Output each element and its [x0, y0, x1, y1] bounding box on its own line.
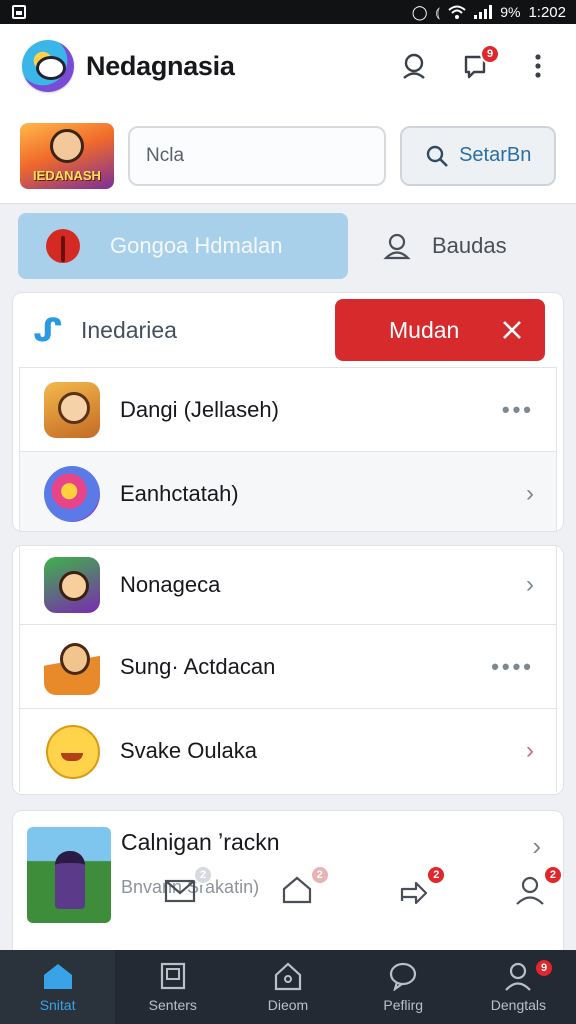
list-item[interactable]: Svake Oulaka ›	[19, 708, 557, 792]
search-button[interactable]: SetarBn	[400, 125, 556, 186]
status-icons: ◯ ⦅ 9% 1:202	[412, 4, 566, 21]
featured-game-image	[27, 827, 111, 923]
device-icon	[160, 962, 185, 990]
more-vertical-icon	[535, 54, 541, 78]
nav-label: Peflirg	[383, 997, 424, 1013]
badge: 2	[309, 865, 330, 885]
more-horizontal-icon[interactable]: ••••	[491, 654, 534, 680]
search-button-label: SetarBn	[459, 144, 532, 166]
chat-icon	[390, 962, 417, 991]
search-input[interactable]: Ncla	[128, 125, 387, 186]
status-time: 1:202	[528, 3, 566, 21]
featured-title: Calnigan ʼrackn	[121, 829, 280, 855]
tab-bar: Gongoa Hdmalan Baudas	[18, 212, 558, 280]
alarm-icon: ◯	[411, 3, 428, 20]
badge: 2	[542, 865, 563, 885]
notifications-button[interactable]: 9	[460, 44, 500, 82]
nav-label: Senters	[148, 997, 197, 1013]
mail-action[interactable]: 2	[163, 865, 213, 913]
share-icon	[401, 881, 428, 905]
home-action[interactable]: 2	[280, 865, 330, 913]
game-icon	[44, 381, 100, 438]
nav-label: Snitat	[39, 997, 76, 1013]
character-face-icon	[50, 128, 84, 163]
list-item[interactable]: Eanhctatah) ›	[19, 451, 557, 531]
search-icon	[426, 145, 448, 167]
gallery-icon	[12, 5, 26, 19]
profile-action[interactable]: 2	[513, 865, 563, 913]
pin-icon	[46, 229, 80, 263]
game-icon	[44, 557, 100, 613]
nav-dieom[interactable]: Dieom	[230, 950, 345, 1024]
person-icon	[516, 876, 544, 905]
mudan-button[interactable]: Mudan	[335, 299, 545, 361]
list-item[interactable]: Nonageca ›	[19, 546, 557, 624]
nav-label: Dieom	[267, 997, 309, 1013]
game-icon	[44, 465, 100, 522]
person-search-icon	[403, 53, 425, 79]
brand-s-icon: ᔑ	[33, 312, 63, 348]
list-item-label: Svake Oulaka	[120, 737, 257, 763]
card-title: Inedariea	[81, 316, 177, 343]
featured-game-thumbnail[interactable]: IEDANASH	[20, 122, 114, 189]
mail-icon	[164, 879, 196, 903]
card-featured[interactable]: Calnigan ʼrackn Bnvann Srakatin) › 2 2 2…	[12, 810, 564, 960]
app-title: Nedagnasia	[86, 50, 235, 81]
card-inedariea: ᔑ Inedariea Mudan Dangi (Jellaseh) ••• E…	[12, 292, 564, 532]
list-item-label: Nonageca	[120, 572, 221, 597]
status-bar: ◯ ⦅ 9% 1:202	[0, 0, 576, 24]
chevron-right-icon[interactable]: ›	[532, 831, 541, 862]
game-icon	[44, 638, 100, 695]
nav-snitat[interactable]: Snitat	[0, 950, 116, 1024]
list-item-label: Dangi (Jellaseh)	[120, 396, 279, 422]
vibrate-icon: ⦅	[435, 3, 441, 20]
close-icon[interactable]	[501, 319, 523, 341]
nav-badge: 9	[534, 958, 555, 978]
search-row: IEDANASH Ncla SetarBn	[0, 108, 576, 204]
home-icon	[43, 964, 72, 989]
smiley-game-icon	[44, 723, 100, 779]
person-icon	[383, 233, 411, 260]
chevron-right-icon[interactable]: ›	[526, 571, 534, 599]
nav-senters[interactable]: Senters	[115, 950, 230, 1024]
badge: 2	[193, 865, 213, 885]
signal-icon	[474, 5, 493, 19]
card-games-list: Nonageca › Sung· Actdacan •••• Svake Oul…	[12, 545, 564, 795]
list-item[interactable]: Sung· Actdacan ••••	[19, 624, 557, 708]
header-actions: 9	[398, 44, 554, 82]
more-horizontal-icon[interactable]: •••	[502, 397, 534, 423]
tab-label: Gongoa Hdmalan	[110, 233, 283, 258]
app-logo	[22, 40, 74, 92]
notification-badge: 9	[480, 44, 500, 64]
tab-baudas[interactable]: Baudas	[382, 231, 507, 261]
thumbnail-caption: IEDANASH	[33, 167, 101, 183]
share-action[interactable]: 2	[396, 865, 447, 913]
chevron-right-icon[interactable]: ›	[526, 480, 534, 508]
quick-actions: 2 2 2 2	[163, 865, 563, 913]
list-item[interactable]: Dangi (Jellaseh) •••	[19, 367, 557, 451]
badge: 2	[426, 865, 447, 885]
profile-icon	[505, 962, 532, 991]
nav-peflirg[interactable]: Peflirg	[346, 950, 461, 1024]
mudan-label: Mudan	[389, 316, 460, 343]
more-menu-button[interactable]	[522, 50, 554, 82]
nav-label: Dengtals	[490, 997, 547, 1013]
list-item-label: Sung· Actdacan	[120, 653, 276, 679]
nav-dengtals[interactable]: 9 Dengtals	[461, 950, 576, 1024]
house-icon	[282, 876, 311, 904]
card-header: ᔑ Inedariea Mudan	[13, 293, 563, 367]
bottom-nav: Snitat Senters Dieom Peflirg 9 Dengtals	[0, 950, 576, 1024]
list-item-label: Eanhctatah)	[120, 480, 239, 506]
tab-label: Baudas	[432, 233, 507, 258]
wifi-icon	[448, 5, 466, 19]
battery-label: 9%	[500, 4, 521, 20]
chevron-right-icon[interactable]: ›	[526, 737, 534, 765]
app-header: Nedagnasia 9	[0, 24, 576, 108]
tab-gongoa[interactable]: Gongoa Hdmalan	[18, 213, 348, 279]
house-outline-icon	[274, 962, 302, 991]
profile-search-button[interactable]	[398, 50, 430, 82]
